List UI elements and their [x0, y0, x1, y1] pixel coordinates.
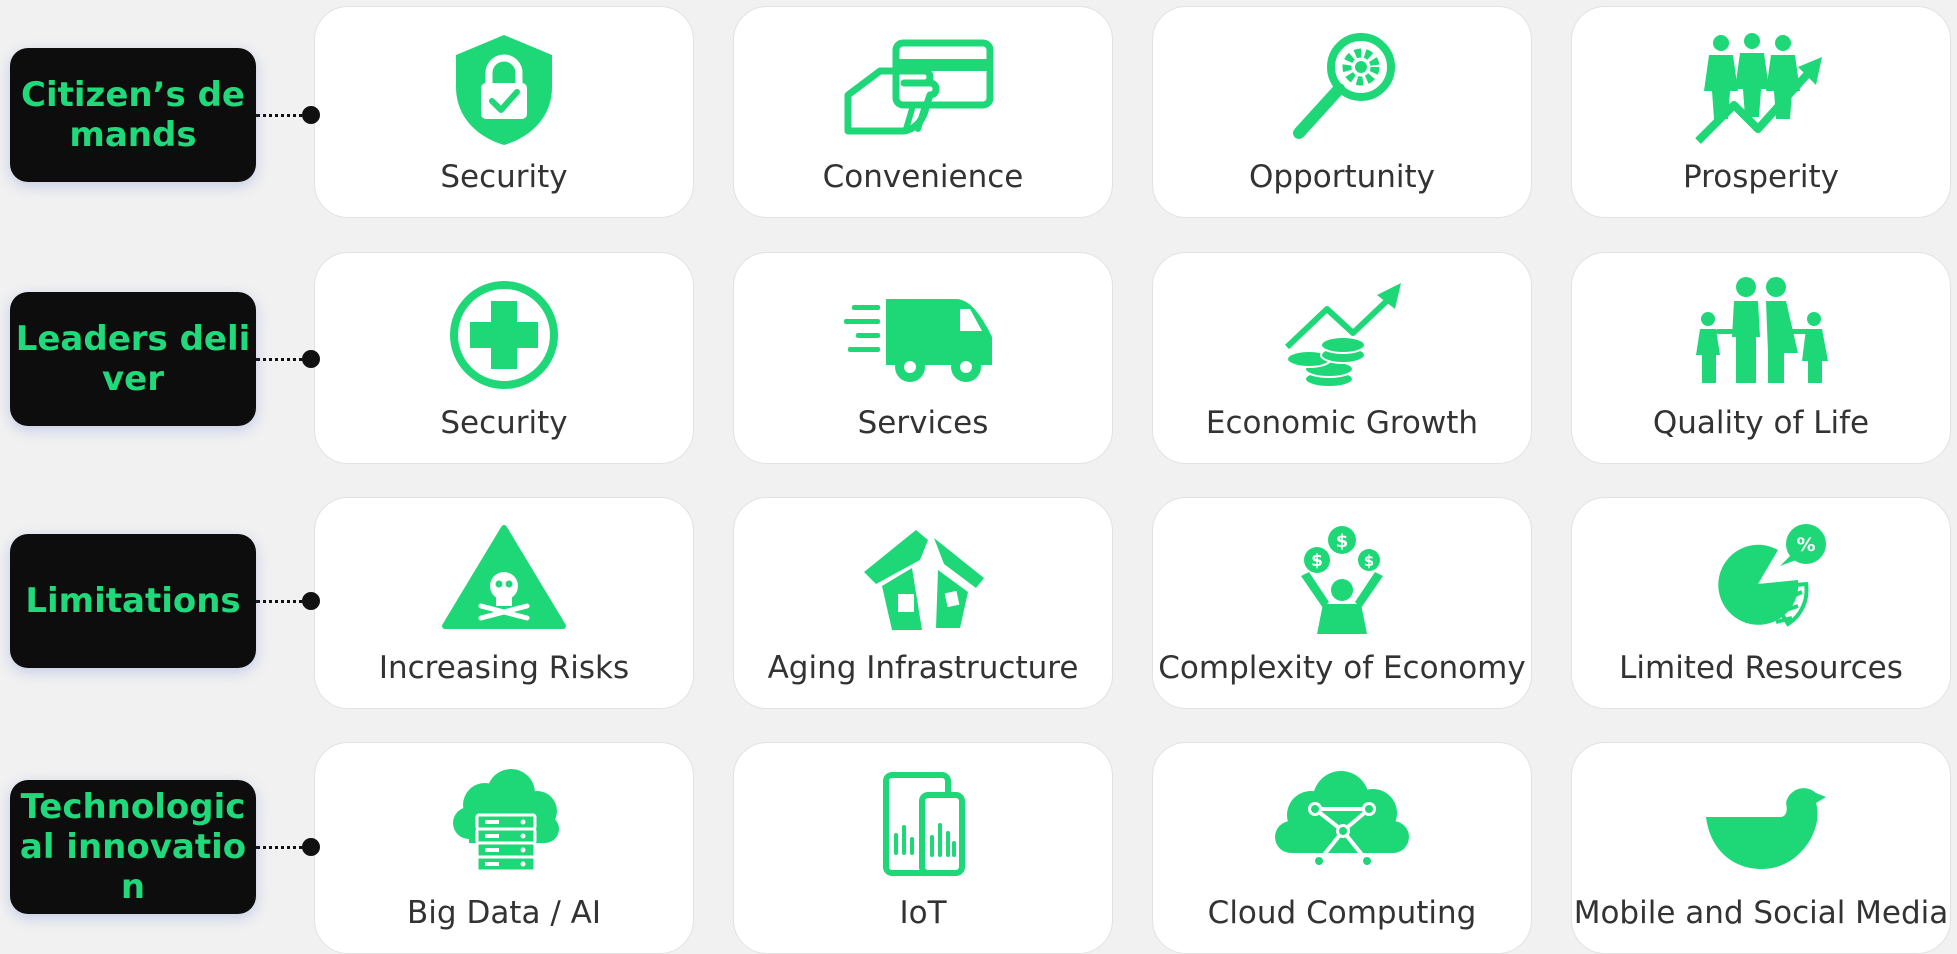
connector-dot: [302, 838, 320, 856]
concept-card: Services: [733, 252, 1113, 464]
svg-text:$: $: [1311, 551, 1323, 571]
bird-icon: [1676, 765, 1846, 885]
card-caption: Services: [857, 405, 989, 441]
people-rising-arrow-icon: [1676, 29, 1846, 149]
person-money-icon: $ $ $: [1257, 520, 1427, 640]
card-caption: Security: [440, 159, 568, 195]
card-caption: Opportunity: [1248, 159, 1436, 195]
concept-card: Security: [314, 252, 694, 464]
svg-text:%: %: [1796, 534, 1815, 556]
devices-icon: [838, 765, 1008, 885]
concept-card: Aging Infrastructure: [733, 497, 1113, 709]
card-caption: Aging Infrastructure: [767, 650, 1079, 686]
connector-dot: [302, 106, 320, 124]
concept-card: % Limited Resources: [1571, 497, 1951, 709]
concept-card: Big Data / AI: [314, 742, 694, 954]
magnifier-gear-icon: [1257, 29, 1427, 149]
concept-card: Convenience: [733, 6, 1113, 218]
card-caption: Security: [440, 405, 568, 441]
card-caption: Increasing Risks: [378, 650, 630, 686]
concept-card: Cloud Computing: [1152, 742, 1532, 954]
row-label: Technological innovation: [10, 780, 256, 914]
row-label-text: Citizen’s demands: [21, 75, 245, 155]
card-caption: Convenience: [822, 159, 1024, 195]
row-label-text: Limitations: [25, 581, 241, 621]
card-caption: Economic Growth: [1205, 405, 1479, 441]
concept-card: Prosperity: [1571, 6, 1951, 218]
card-in-hand-icon: [838, 29, 1008, 149]
card-caption: Prosperity: [1683, 159, 1839, 195]
row-label-text: Leaders deliver: [15, 319, 251, 399]
card-caption: Complexity of Economy: [1158, 650, 1526, 686]
concept-card: Economic Growth: [1152, 252, 1532, 464]
medical-cross-icon: [419, 275, 589, 395]
family-icon: [1676, 275, 1846, 395]
card-caption: Cloud Computing: [1207, 895, 1477, 931]
concept-card: Opportunity: [1152, 6, 1532, 218]
row-label: Leaders deliver: [10, 292, 256, 426]
card-caption: Limited Resources: [1619, 650, 1903, 686]
connector-dot: [302, 350, 320, 368]
card-caption: Quality of Life: [1652, 405, 1870, 441]
cloud-network-icon: [1257, 765, 1427, 885]
concept-card: Security: [314, 6, 694, 218]
concept-card: $ $ $ Complexity of Economy: [1152, 497, 1532, 709]
svg-text:$: $: [1336, 531, 1349, 552]
pie-percent-icon: %: [1676, 520, 1846, 640]
row-label-text: Technological innovation: [19, 787, 247, 907]
delivery-van-icon: [838, 275, 1008, 395]
concept-card: Quality of Life: [1571, 252, 1951, 464]
card-caption: Big Data / AI: [407, 895, 601, 931]
card-caption: Mobile and Social Media: [1573, 895, 1949, 931]
row-label: Citizen’s demands: [10, 48, 256, 182]
shield-lock-icon: [419, 29, 589, 149]
card-caption: IoT: [899, 895, 947, 931]
broken-house-icon: [838, 520, 1008, 640]
concept-card: IoT: [733, 742, 1113, 954]
row-label: Limitations: [10, 534, 256, 668]
concept-card: Increasing Risks: [314, 497, 694, 709]
coins-growth-icon: [1257, 275, 1427, 395]
svg-text:$: $: [1364, 552, 1374, 570]
concept-card: Mobile and Social Media: [1571, 742, 1951, 954]
cloud-server-icon: [419, 765, 589, 885]
hazard-skull-icon: [419, 520, 589, 640]
connector-dot: [302, 592, 320, 610]
